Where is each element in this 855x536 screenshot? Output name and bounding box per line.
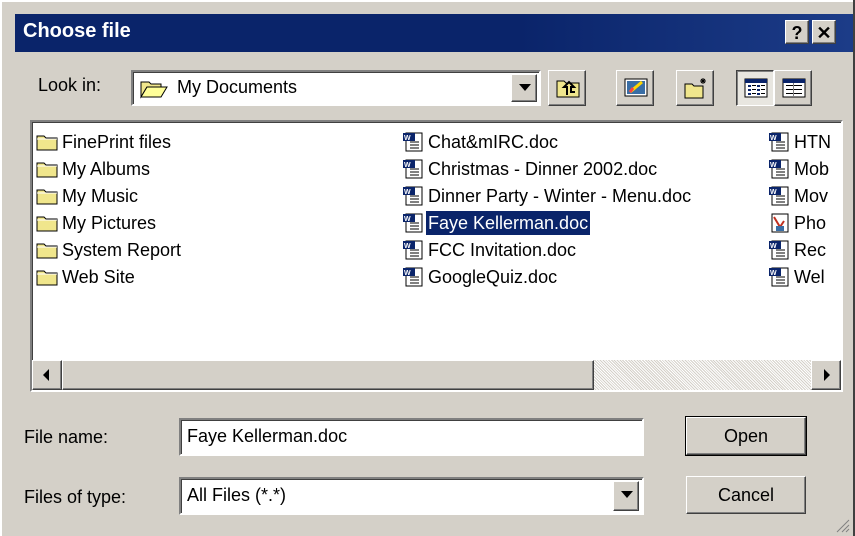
arrow-right-icon [824, 369, 830, 381]
word-doc-icon: W [769, 186, 789, 206]
word-doc-icon: W [769, 132, 789, 152]
word-doc-icon: W [769, 159, 789, 179]
word-doc-icon: W [403, 159, 423, 179]
file-list[interactable]: FinePrint files My Albums My Music My Pictu… [30, 120, 843, 392]
file-item-label: Rec [794, 240, 827, 260]
file-name-label: File name: [24, 427, 109, 447]
file-item-label: Web Site [62, 267, 135, 287]
title-bar[interactable]: Choose file ? ✕ [15, 14, 853, 52]
file-item-label: Faye Kellerman.doc [424, 210, 592, 236]
file-item-label: My Music [62, 186, 138, 206]
scroll-right-button[interactable] [811, 360, 841, 390]
files-of-type-value: All Files (*.*) [187, 485, 287, 505]
arrow-left-icon [43, 369, 49, 381]
file-item-label: Wel [794, 267, 825, 287]
file-item-label: My Pictures [62, 213, 157, 233]
svg-text:W: W [404, 270, 411, 277]
list-view-button[interactable] [736, 70, 774, 106]
image-file-icon [771, 213, 789, 233]
new-folder-icon [684, 78, 706, 99]
word-doc-icon: W [403, 213, 423, 233]
horizontal-scrollbar[interactable] [32, 360, 841, 390]
file-item-label: Mov [794, 186, 829, 206]
folder-icon [36, 243, 58, 259]
file-item-label: Pho [794, 213, 827, 233]
look-in-dropdown[interactable]: My Documents [131, 70, 541, 106]
details-view-icon [782, 78, 806, 98]
svg-text:W: W [404, 189, 411, 196]
word-doc-icon: W [403, 186, 423, 206]
folder-icon [36, 189, 58, 205]
file-item-label: System Report [62, 240, 182, 260]
svg-text:W: W [404, 162, 411, 169]
svg-text:W: W [770, 162, 777, 169]
svg-text:W: W [770, 135, 777, 142]
file-name-value: Faye Kellerman.doc [187, 426, 348, 446]
list-view-icon [744, 78, 768, 98]
folder-icon [36, 270, 58, 286]
file-item-label: Chat&mIRC.doc [428, 132, 559, 152]
folder-icon [36, 162, 58, 178]
word-doc-icon: W [769, 267, 789, 287]
look-in-dropdown-arrow[interactable] [511, 74, 537, 102]
svg-text:W: W [404, 216, 411, 223]
look-in-label: Look in: [38, 75, 102, 95]
file-item-label: Mob [794, 159, 830, 179]
desktop-button[interactable] [616, 70, 654, 106]
word-doc-icon: W [403, 132, 423, 152]
resize-grip-icon[interactable] [834, 517, 850, 533]
word-doc-icon: W [769, 240, 789, 260]
svg-text:W: W [770, 270, 777, 277]
look-in-value: My Documents [177, 77, 298, 97]
open-button[interactable]: Open [685, 416, 807, 456]
scrollbar-thumb[interactable] [62, 360, 594, 390]
svg-text:W: W [770, 189, 777, 196]
file-name-input[interactable]: Faye Kellerman.doc [179, 418, 644, 456]
desktop-icon [624, 78, 648, 97]
files-of-type-label: Files of type: [24, 487, 127, 507]
file-item-label: My Albums [62, 159, 151, 179]
cancel-button[interactable]: Cancel [686, 476, 806, 514]
dialog-title: Choose file [23, 20, 131, 42]
file-item-label: FCC Invitation.doc [428, 240, 577, 260]
svg-text:W: W [404, 243, 411, 250]
up-one-level-icon [556, 80, 580, 98]
svg-text:W: W [770, 243, 777, 250]
files-of-type-arrow[interactable] [613, 481, 639, 511]
folder-icon [36, 135, 58, 151]
file-item-label: GoogleQuiz.doc [428, 267, 558, 287]
files-of-type-dropdown[interactable]: All Files (*.*) [179, 477, 644, 515]
details-view-button[interactable] [774, 70, 812, 106]
file-item-label: FinePrint files [62, 132, 172, 152]
scroll-left-button[interactable] [32, 360, 62, 390]
file-item-label: Dinner Party - Winter - Menu.doc [428, 186, 692, 206]
close-button[interactable]: ✕ [812, 20, 836, 44]
file-item-label: Christmas - Dinner 2002.doc [428, 159, 658, 179]
create-new-folder-button[interactable] [676, 70, 714, 106]
svg-text:W: W [404, 135, 411, 142]
up-one-level-button[interactable] [548, 70, 586, 106]
word-doc-icon: W [403, 267, 423, 287]
word-doc-icon: W [403, 240, 423, 260]
scrollbar-track[interactable] [594, 360, 811, 390]
folder-icon [36, 216, 58, 232]
file-item-label: HTN [794, 132, 831, 152]
help-button[interactable]: ? [785, 20, 809, 44]
open-folder-icon [140, 81, 168, 99]
